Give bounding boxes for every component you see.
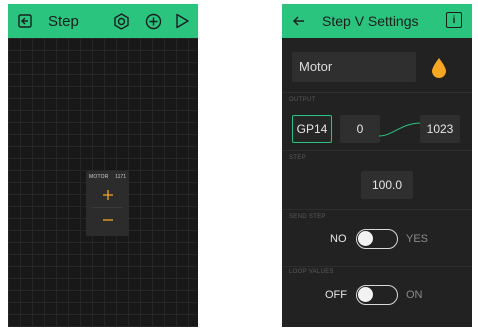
canvas-screen: Step MOTOR 1171	[8, 4, 198, 327]
loop-values-label: LOOP VALUES	[289, 269, 334, 275]
color-picker-button[interactable]	[426, 54, 452, 80]
send-step-on-label: YES	[406, 233, 429, 245]
settings-title: Step V Settings	[322, 13, 419, 29]
pin-select[interactable]: GP14	[292, 115, 332, 143]
step-minus-button[interactable]	[92, 208, 123, 231]
output-max-input[interactable]: 1023	[420, 115, 460, 143]
water-drop-icon	[432, 58, 446, 78]
settings-toolbar: Step V Settings i	[282, 4, 472, 38]
output-label: OUTPUT	[289, 97, 316, 103]
app-toolbar: Step	[8, 4, 198, 38]
output-min-input[interactable]: 0	[340, 115, 380, 143]
step-plus-button[interactable]	[92, 183, 123, 206]
send-step-off-label: NO	[330, 233, 347, 245]
toggle-knob	[358, 231, 373, 246]
add-circle-icon[interactable]	[144, 12, 162, 30]
loop-values-on-label: ON	[406, 289, 423, 301]
loop-values-row: OFF ON	[282, 285, 472, 305]
widget-name-input[interactable]: Motor	[292, 52, 416, 82]
send-step-row: NO YES	[282, 229, 472, 249]
output-mapping-curve	[379, 122, 421, 137]
send-step-toggle[interactable]	[356, 229, 398, 249]
widget-canvas[interactable]: MOTOR 1171	[8, 38, 198, 327]
info-icon[interactable]: i	[446, 12, 462, 28]
toggle-knob	[358, 287, 373, 302]
loop-values-off-label: OFF	[325, 289, 347, 301]
minus-icon	[102, 218, 113, 221]
step-widget[interactable]: MOTOR 1171	[86, 171, 129, 236]
send-step-label: SEND STEP	[289, 214, 326, 220]
project-title: Step	[48, 13, 79, 30]
hexagon-nut-icon[interactable]	[112, 12, 130, 30]
play-icon[interactable]	[173, 12, 191, 30]
exit-icon[interactable]	[16, 12, 34, 30]
settings-screen: Step V Settings i Motor OUTPUT GP14 0 10…	[282, 4, 472, 327]
step-value-input[interactable]: 100.0	[361, 171, 413, 199]
arrow-left-icon[interactable]	[290, 12, 308, 30]
widget-value: 1171	[115, 174, 126, 180]
step-label: STEP	[289, 155, 306, 161]
loop-values-toggle[interactable]	[356, 285, 398, 305]
plus-icon	[102, 189, 113, 200]
widget-label: MOTOR	[89, 174, 109, 180]
